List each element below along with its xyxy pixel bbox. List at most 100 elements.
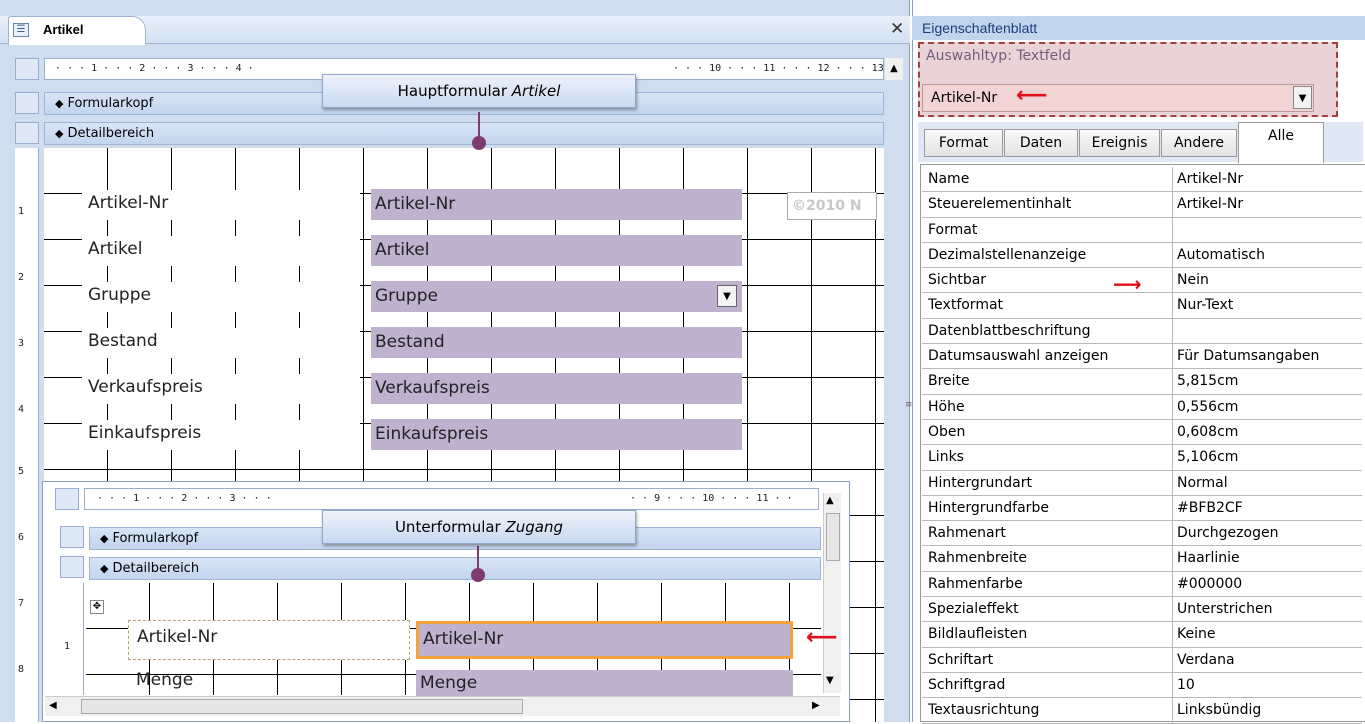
property-value[interactable]: Nein — [1172, 268, 1209, 293]
subform-selector[interactable] — [55, 488, 79, 510]
property-row[interactable]: Rahmenart Durchgezogen — [922, 521, 1362, 547]
label-bestand[interactable]: Bestand — [82, 328, 360, 358]
scroll-thumb[interactable] — [826, 513, 840, 561]
subform-label-artikel-nr[interactable]: Artikel-Nr — [128, 620, 410, 660]
tab-label: Artikel — [43, 22, 84, 37]
property-value[interactable]: Verdana — [1172, 647, 1235, 672]
property-row[interactable]: Rahmenbreite Haarlinie — [922, 546, 1362, 572]
h-scroll-thumb[interactable] — [81, 699, 523, 714]
subform-section-selector-header[interactable] — [60, 526, 84, 548]
property-row[interactable]: Hintergrundfarbe #BFB2CF — [922, 495, 1362, 522]
copyright-label[interactable]: ©2010 N — [787, 192, 877, 220]
property-value[interactable]: Durchgezogen — [1172, 521, 1278, 546]
property-value[interactable]: 5,106cm — [1172, 445, 1238, 470]
property-row[interactable]: Hintergrundart Normal — [922, 470, 1362, 496]
combo-dropdown-icon[interactable]: ▼ — [717, 285, 737, 307]
property-value[interactable]: Unterstrichen — [1172, 597, 1272, 622]
form-selector[interactable] — [15, 58, 39, 80]
scroll-up-icon[interactable]: ▲ — [885, 58, 903, 80]
property-row[interactable]: Bildlaufleisten Keine — [922, 622, 1362, 648]
field-artikel[interactable]: Artikel — [371, 235, 742, 266]
subform-field-artikel-nr-selected[interactable]: Artikel-Nr — [416, 621, 793, 659]
property-row[interactable]: Oben 0,608cm — [922, 419, 1362, 446]
property-row[interactable]: Textformat Nur-Text — [922, 293, 1362, 319]
property-row[interactable]: Dezimalstellenanzeige Automatisch — [922, 242, 1362, 269]
scroll-down-icon[interactable]: ▼ — [826, 675, 834, 686]
property-name: Bildlaufleisten — [928, 626, 1028, 643]
property-row[interactable]: Datumsauswahl anzeigen Für Datumsangaben — [922, 344, 1362, 370]
property-row[interactable]: Spezialeffekt Unterstrichen — [922, 597, 1362, 623]
property-row[interactable]: Links 5,106cm — [922, 445, 1362, 471]
property-row[interactable]: Sichtbar Nein — [922, 268, 1362, 294]
property-sheet-title: Eigenschaftenblatt — [912, 16, 1365, 40]
property-value[interactable]: Artikel-Nr — [1172, 192, 1243, 217]
section-selector-detail[interactable] — [15, 122, 39, 144]
scroll-left-icon[interactable]: ◀ — [49, 700, 57, 711]
label-einkaufspreis[interactable]: Einkaufspreis — [82, 420, 360, 450]
property-value[interactable]: Haarlinie — [1172, 546, 1240, 571]
callout-prefix: Hauptformular — [397, 82, 512, 100]
subform-section-selector-detail[interactable] — [60, 556, 84, 578]
property-row[interactable]: Rahmenfarbe #000000 — [922, 571, 1362, 598]
property-value[interactable]: Normal — [1172, 470, 1228, 495]
property-row[interactable]: Schriftart Verdana — [922, 647, 1362, 673]
field-einkaufspreis[interactable]: Einkaufspreis — [371, 419, 742, 450]
field-artikel-nr[interactable]: Artikel-Nr — [371, 189, 742, 220]
property-name: Name — [928, 171, 970, 187]
tab-daten[interactable]: Daten — [1004, 129, 1078, 157]
subform-vertical-scrollbar[interactable]: ▲ ▼ — [823, 493, 841, 693]
property-value[interactable]: Artikel-Nr — [1172, 167, 1243, 192]
label-artikel[interactable]: Artikel — [82, 236, 360, 266]
property-row[interactable]: Format — [922, 217, 1362, 243]
property-value[interactable]: 0,556cm — [1172, 394, 1238, 419]
label-artikel-nr[interactable]: Artikel-Nr — [82, 190, 360, 220]
property-value[interactable]: #000000 — [1172, 571, 1242, 597]
subform-horizontal-scrollbar[interactable]: ◀ ▶ — [45, 696, 840, 716]
selection-type-label: Auswahltyp: Textfeld — [926, 48, 1071, 64]
property-value[interactable]: 5,815cm — [1172, 369, 1238, 394]
tab-ereignis[interactable]: Ereignis — [1079, 129, 1160, 157]
property-value[interactable] — [1172, 217, 1177, 242]
label-verkaufspreis[interactable]: Verkaufspreis — [82, 374, 360, 404]
property-row[interactable]: Name Artikel-Nr — [922, 167, 1362, 193]
property-row[interactable]: Höhe 0,556cm — [922, 394, 1362, 420]
field-verkaufspreis[interactable]: Verkaufspreis — [371, 373, 742, 404]
property-row[interactable]: Textausrichtung Linksbündig — [922, 698, 1362, 724]
property-name: Höhe — [928, 398, 965, 415]
tab-format[interactable]: Format — [924, 129, 1003, 157]
property-value[interactable]: Keine — [1172, 622, 1215, 647]
subform-field-menge[interactable]: Menge — [416, 670, 793, 696]
property-value[interactable]: 10 — [1172, 672, 1195, 698]
property-value[interactable]: 0,608cm — [1172, 419, 1238, 445]
section-selector-header[interactable] — [15, 92, 39, 114]
object-selector-combo[interactable]: Artikel-Nr — [922, 84, 1314, 112]
field-bestand[interactable]: Bestand — [371, 327, 742, 358]
property-value[interactable]: Linksbündig — [1172, 698, 1261, 723]
property-row[interactable]: Steuerelementinhalt Artikel-Nr — [922, 192, 1362, 218]
band-detailbereich[interactable]: ◆ Detailbereich — [44, 122, 884, 145]
tab-artikel[interactable]: ☰ Artikel — [8, 16, 146, 45]
field-gruppe[interactable]: Gruppe — [371, 281, 742, 312]
close-icon[interactable]: ✕ — [890, 19, 904, 39]
tab-andere[interactable]: Andere — [1161, 129, 1237, 157]
chevron-down-icon[interactable]: ▼ — [1293, 86, 1312, 109]
property-row[interactable]: Breite 5,815cm — [922, 369, 1362, 395]
property-name: Datenblattbeschriftung — [928, 322, 1091, 339]
property-value[interactable]: #BFB2CF — [1172, 495, 1243, 521]
splitter-grip-icon[interactable]: ≡ — [905, 400, 913, 420]
label-gruppe[interactable]: Gruppe — [82, 282, 360, 312]
scroll-right-icon[interactable]: ▶ — [812, 700, 820, 711]
sub-ruler-text-right: · · 9 · · · 10 · · · 11 · · — [630, 493, 793, 504]
tab-alle[interactable]: Alle — [1238, 122, 1324, 163]
property-value[interactable]: Automatisch — [1172, 242, 1265, 268]
scroll-up-icon[interactable]: ▲ — [826, 495, 834, 506]
property-value[interactable] — [1172, 318, 1177, 344]
property-value[interactable]: Für Datumsangaben — [1172, 344, 1319, 369]
subform-label-menge[interactable]: Menge — [128, 670, 318, 696]
property-value[interactable]: Nur-Text — [1172, 293, 1233, 318]
move-handle-icon[interactable]: ✥ — [90, 600, 104, 614]
subform-horizontal-ruler: · · · 1 · · · 2 · · · 3 · · · · · 9 · · … — [84, 488, 819, 510]
property-row[interactable]: Datenblattbeschriftung — [922, 318, 1362, 345]
property-row[interactable]: Schriftgrad 10 — [922, 672, 1362, 699]
subform-band-detailbereich[interactable]: ◆ Detailbereich — [89, 557, 821, 580]
